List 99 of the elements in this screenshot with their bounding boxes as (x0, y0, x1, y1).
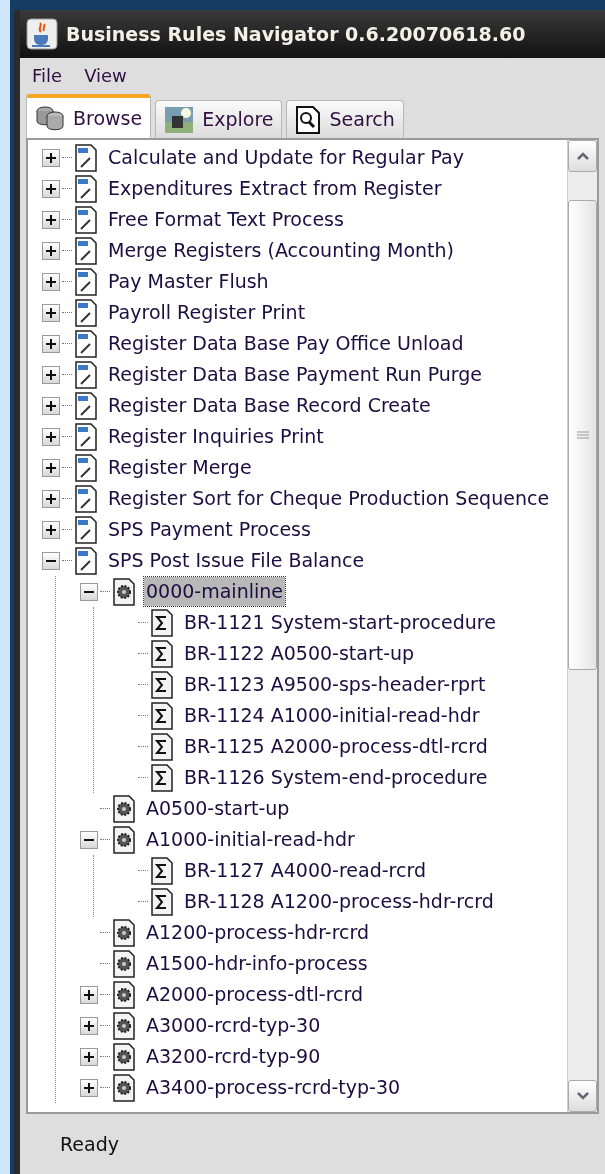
tree-item[interactable]: Register Data Base Record Create (106, 391, 433, 420)
tab[interactable]: Search (286, 100, 404, 138)
tree-item[interactable]: Calculate and Update for Regular Pay (106, 143, 466, 172)
tree-item[interactable]: A1500-hdr-info-process (144, 949, 370, 978)
document-icon (74, 329, 98, 358)
status-text: Ready (60, 1131, 119, 1157)
expand-toggle[interactable] (42, 303, 60, 322)
tree-item[interactable]: SPS Post Issue File Balance (106, 546, 367, 575)
document-icon (74, 174, 98, 203)
tree-item[interactable]: A3400-process-rcrd-typ-30 (144, 1073, 403, 1102)
expand-toggle[interactable] (42, 179, 60, 198)
search-icon (295, 105, 322, 134)
tree-item[interactable]: A3200-rcrd-typ-90 (144, 1042, 323, 1071)
gear-document-icon (112, 577, 136, 606)
tree-item[interactable]: A3000-rcrd-typ-30 (144, 1011, 323, 1040)
gear-document-icon (112, 1011, 136, 1040)
tree-item[interactable]: A1000-initial-read-hdr (144, 825, 357, 854)
tree-item[interactable]: BR-1123 A9500-sps-header-rprt (182, 670, 488, 699)
expand-toggle[interactable] (42, 272, 60, 291)
document-icon (74, 453, 98, 482)
tree-item[interactable]: A1200-process-hdr-rcrd (144, 918, 371, 947)
document-icon (74, 205, 98, 234)
document-icon (74, 236, 98, 265)
cup-icon (26, 18, 58, 50)
chevron-down-icon (575, 1091, 590, 1101)
scroll-thumb[interactable] (568, 200, 597, 670)
tree-item[interactable]: Merge Registers (Accounting Month) (106, 236, 457, 265)
tree-item[interactable]: Register Data Base Payment Run Purge (106, 360, 485, 389)
expand-toggle[interactable] (80, 985, 98, 1004)
document-icon (74, 143, 98, 172)
tree-item[interactable]: BR-1122 A0500-start-up (182, 639, 417, 668)
expand-toggle[interactable] (42, 334, 60, 353)
sigma-document-icon (150, 701, 174, 730)
collapse-toggle[interactable] (80, 582, 98, 601)
tab[interactable]: Explore (155, 100, 283, 138)
tree-item[interactable]: SPS Payment Process (106, 515, 313, 544)
tree-item[interactable]: BR-1121 System-start-procedure (182, 608, 498, 637)
expand-toggle[interactable] (42, 458, 60, 477)
database-icon (35, 104, 65, 132)
sigma-document-icon (150, 887, 174, 916)
sigma-document-icon (150, 732, 174, 761)
document-icon (74, 298, 98, 327)
sigma-document-icon (150, 670, 174, 699)
gear-document-icon (112, 980, 136, 1009)
tree-item[interactable]: Register Data Base Pay Office Unload (106, 329, 466, 358)
sigma-document-icon (150, 608, 174, 637)
expand-toggle[interactable] (42, 489, 60, 508)
tree-item[interactable]: BR-1125 A2000-process-dtl-rcrd (182, 732, 490, 761)
collapse-toggle[interactable] (80, 830, 98, 849)
picture-icon (164, 105, 195, 134)
sigma-document-icon (150, 763, 174, 792)
tree-item[interactable]: 0000-mainline (144, 577, 285, 606)
gear-document-icon (112, 918, 136, 947)
tree-item[interactable]: Payroll Register Print (106, 298, 308, 327)
menu-item[interactable]: View (84, 61, 127, 89)
sigma-document-icon (150, 639, 174, 668)
tree-item[interactable]: Free Format Text Process (106, 205, 346, 234)
document-icon (74, 484, 98, 513)
expand-toggle[interactable] (80, 1016, 98, 1035)
tree-item[interactable]: A0500-start-up (144, 794, 292, 823)
document-icon (74, 391, 98, 420)
expand-toggle[interactable] (42, 365, 60, 384)
tree-item[interactable]: Expenditures Extract from Register (106, 174, 444, 203)
expand-toggle[interactable] (42, 210, 60, 229)
sigma-document-icon (150, 856, 174, 885)
tree-item[interactable]: Register Inquiries Print (106, 422, 326, 451)
document-icon (74, 546, 98, 575)
gear-document-icon (112, 825, 136, 854)
tree-item[interactable]: Register Merge (106, 453, 254, 482)
tree-item[interactable]: Pay Master Flush (106, 267, 271, 296)
expand-toggle[interactable] (42, 148, 60, 167)
expand-toggle[interactable] (42, 520, 60, 539)
tree-item[interactable]: BR-1127 A4000-read-rcrd (182, 856, 428, 885)
document-icon (74, 515, 98, 544)
collapse-toggle[interactable] (42, 551, 60, 570)
scroll-up-button[interactable] (568, 140, 597, 172)
gear-document-icon (112, 949, 136, 978)
gear-document-icon (112, 794, 136, 823)
expand-toggle[interactable] (42, 396, 60, 415)
document-icon (74, 267, 98, 296)
tree-item[interactable]: BR-1124 A1000-initial-read-hdr (182, 701, 482, 730)
expand-toggle[interactable] (80, 1078, 98, 1097)
tree-item[interactable]: Register Sort for Cheque Production Sequence (106, 484, 552, 513)
window-title: Business Rules Navigator 0.6.20070618.60 (66, 21, 526, 47)
tab[interactable]: Browse (26, 94, 152, 138)
menu-item[interactable]: File (32, 61, 63, 89)
gear-document-icon (112, 1042, 136, 1071)
chevron-up-icon (575, 151, 590, 161)
tree-item[interactable]: BR-1126 System-end-procedure (182, 763, 490, 792)
document-icon (74, 422, 98, 451)
expand-toggle[interactable] (42, 241, 60, 260)
tree-item[interactable]: BR-1128 A1200-process-hdr-rcrd (182, 887, 496, 916)
scroll-down-button[interactable] (568, 1080, 597, 1112)
gear-document-icon (112, 1073, 136, 1102)
grip-icon (576, 430, 589, 440)
document-icon (74, 360, 98, 389)
tree-item[interactable]: A2000-process-dtl-rcrd (144, 980, 366, 1009)
expand-toggle[interactable] (80, 1047, 98, 1066)
expand-toggle[interactable] (42, 427, 60, 446)
